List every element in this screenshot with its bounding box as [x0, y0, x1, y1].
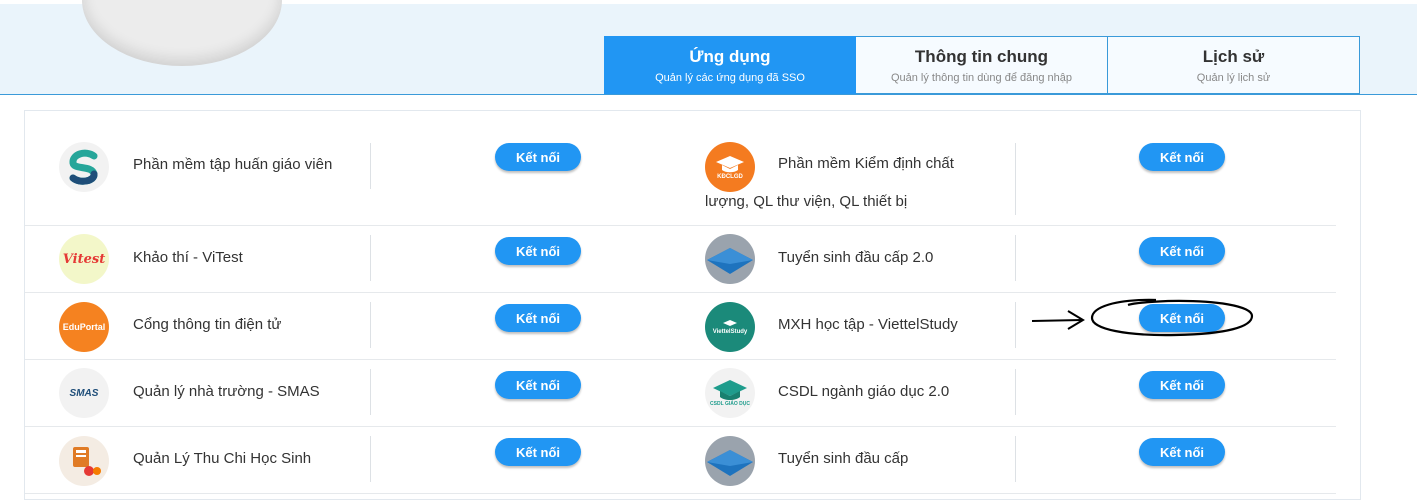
- app-row: Quản Lý Thu Chi Học Sinh Kết nối Tuyển s…: [25, 426, 1336, 494]
- divider: [1015, 143, 1016, 215]
- avatar: [82, 0, 282, 66]
- connect-button[interactable]: Kết nối: [1139, 304, 1225, 332]
- tab-subtitle: Quản lý thông tin dùng để đăng nhập: [890, 71, 1073, 84]
- tab-title: Thông tin chung: [914, 46, 1049, 66]
- app-row: Vitest Khảo thí - ViTest Kết nối Tuyển s…: [25, 225, 1336, 293]
- connect-button[interactable]: Kết nối: [495, 143, 581, 171]
- smas-logo-text: SMAS: [69, 387, 99, 399]
- tab-subtitle: Quản lý lịch sử: [1196, 71, 1271, 84]
- viettelstudy-logo-icon: ViettelStudy: [705, 302, 755, 352]
- csdl-logo-text: CSDL GIÁO DỤC: [710, 401, 750, 407]
- divider: [370, 143, 371, 189]
- app-row: EduPortal Cổng thông tin điện tử Kết nối…: [25, 292, 1336, 360]
- connect-button[interactable]: Kết nối: [1139, 143, 1225, 171]
- eduportal-logo-text: EduPortal: [62, 322, 106, 332]
- vitest-logo-text: Vitest: [62, 251, 106, 267]
- app-name: Khảo thí - ViTest: [133, 249, 243, 266]
- connect-button[interactable]: Kết nối: [1139, 371, 1225, 399]
- divider: [370, 369, 371, 415]
- app-name: CSDL ngành giáo dục 2.0: [778, 383, 950, 400]
- app-list-panel: Phần mềm tập huấn giáo viên Kết nối KĐCL…: [24, 110, 1361, 500]
- tab-general-info[interactable]: Thông tin chung Quản lý thông tin dùng đ…: [856, 36, 1108, 94]
- app-name: Cổng thông tin điện tử: [133, 316, 282, 333]
- tab-title: Ứng dụng: [689, 46, 771, 66]
- graduation-cap-icon: [705, 234, 755, 284]
- app-name: Quản Lý Thu Chi Học Sinh: [133, 450, 312, 467]
- tab-history[interactable]: Lịch sử Quản lý lịch sử: [1108, 36, 1360, 94]
- eduportal-logo-icon: EduPortal: [59, 302, 109, 352]
- app-name: Tuyển sinh đầu cấp 2.0: [778, 249, 934, 266]
- vitest-logo-icon: Vitest: [59, 234, 109, 284]
- app-name: MXH học tập - ViettelStudy: [778, 316, 958, 333]
- kdclgd-logo-icon: KĐCLGD: [705, 142, 755, 192]
- connect-button[interactable]: Kết nối: [495, 304, 581, 332]
- divider: [1015, 436, 1016, 482]
- connect-button[interactable]: Kết nối: [1139, 237, 1225, 265]
- app-row: SMAS Quản lý nhà trường - SMAS Kết nối C…: [25, 359, 1336, 427]
- divider: [1015, 235, 1016, 281]
- viettelstudy-logo-text: ViettelStudy: [712, 328, 748, 335]
- divider: [370, 235, 371, 281]
- connect-button[interactable]: Kết nối: [495, 371, 581, 399]
- app-row: Phần mềm tập huấn giáo viên Kết nối KĐCL…: [25, 111, 1336, 226]
- divider: [1015, 369, 1016, 415]
- tab-title: Lịch sử: [1202, 46, 1265, 66]
- connect-button[interactable]: Kết nối: [495, 237, 581, 265]
- app-name: Quản lý nhà trường - SMAS: [133, 383, 320, 400]
- tab-subtitle: Quản lý các ứng dụng đã SSO: [655, 71, 805, 84]
- divider: [1015, 302, 1016, 348]
- app-name-line1: Phần mềm Kiểm định chất: [778, 155, 954, 172]
- tab-applications[interactable]: Ứng dụng Quản lý các ứng dụng đã SSO: [604, 36, 856, 94]
- kdclgd-logo-text: KĐCLGD: [717, 174, 743, 180]
- connect-button[interactable]: Kết nối: [495, 438, 581, 466]
- connect-button[interactable]: Kết nối: [1139, 438, 1225, 466]
- app-name: Tuyển sinh đầu cấp: [778, 450, 909, 467]
- app-name: Phần mềm tập huấn giáo viên: [133, 156, 333, 173]
- graduation-cap-icon: [705, 436, 755, 486]
- csdl-logo-icon: CSDL GIÁO DỤC: [705, 368, 755, 418]
- school-fees-logo-icon: [59, 436, 109, 486]
- s-logo-icon: [59, 142, 109, 192]
- app-name-line2: lượng, QL thư viện, QL thiết bị: [705, 193, 908, 210]
- smas-logo-icon: SMAS: [59, 368, 109, 418]
- divider: [370, 302, 371, 348]
- tab-bar: Ứng dụng Quản lý các ứng dụng đã SSO Thô…: [604, 36, 1360, 94]
- divider: [370, 436, 371, 482]
